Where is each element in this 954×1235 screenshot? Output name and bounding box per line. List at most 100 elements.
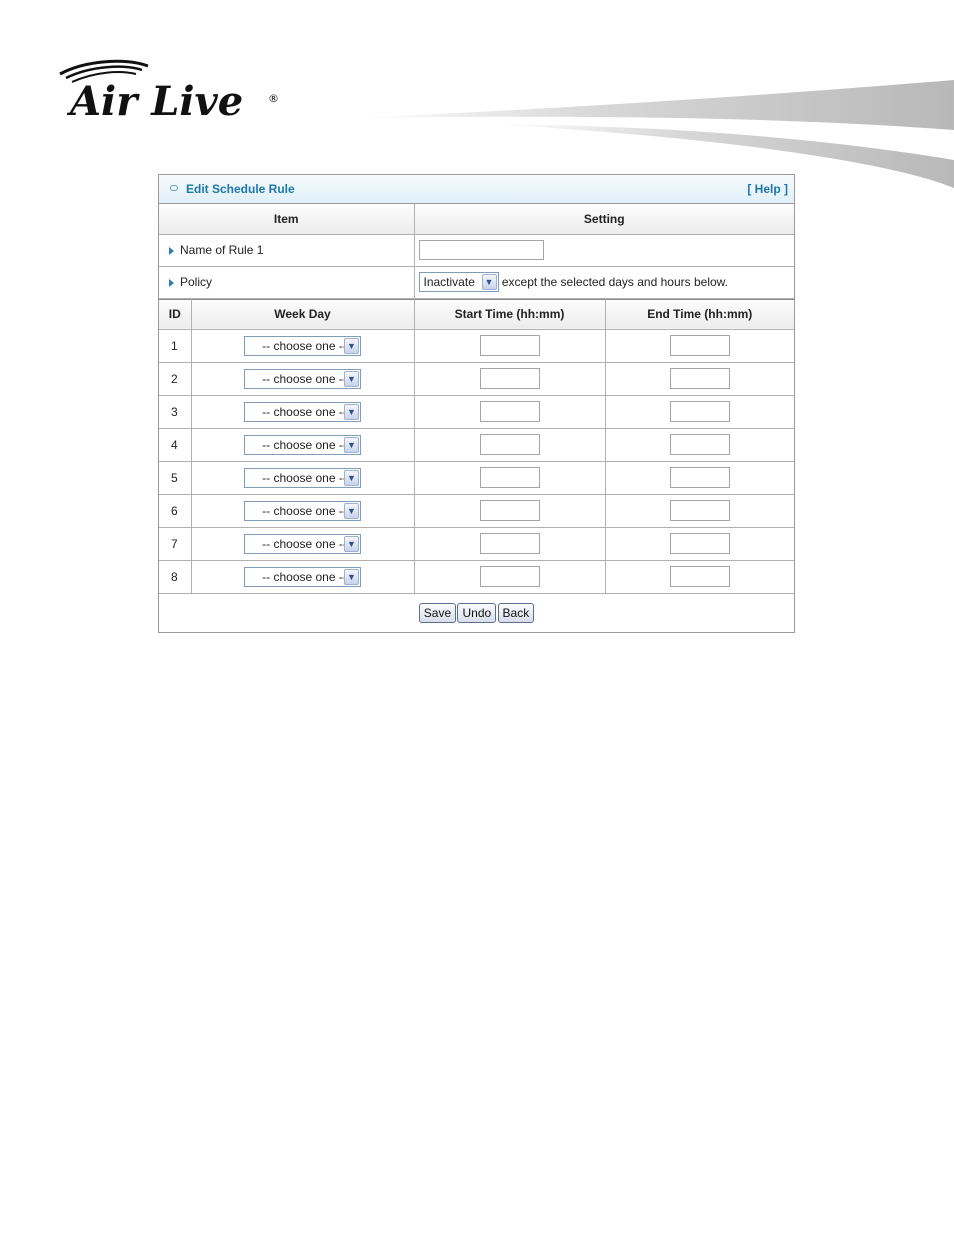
end-time-input[interactable] [669, 566, 730, 587]
col-header-week-day: Week Day [190, 298, 415, 330]
start-time-input[interactable] [479, 533, 540, 554]
end-time-input[interactable] [669, 335, 730, 356]
button-row: Save Undo Back [159, 592, 794, 632]
week-day-cell: -- choose one -- ▼ [190, 394, 415, 429]
start-time-cell [413, 427, 606, 462]
week-day-selected-value: -- choose one -- [262, 404, 347, 419]
week-day-cell: -- choose one -- ▼ [190, 493, 415, 528]
week-day-selected-value: -- choose one -- [262, 437, 347, 452]
policy-label-cell: Policy [159, 265, 415, 299]
start-time-input[interactable] [479, 335, 540, 356]
row-id: 5 [159, 460, 192, 495]
chevron-down-icon[interactable]: ▼ [344, 568, 359, 585]
start-time-input[interactable] [479, 467, 540, 488]
name-label-cell: Name of Rule 1 [159, 233, 415, 267]
policy-description: except the selected days and hours below… [501, 275, 728, 289]
start-time-input[interactable] [479, 500, 540, 521]
week-day-select[interactable]: -- choose one -- ▼ [244, 500, 361, 521]
end-time-input[interactable] [669, 401, 730, 422]
start-time-input[interactable] [479, 566, 540, 587]
col-header-end-time: End Time (hh:mm) [604, 298, 794, 330]
week-day-select[interactable]: -- choose one -- ▼ [244, 533, 361, 554]
table-row: 1 -- choose one -- ▼ [159, 328, 794, 363]
week-day-selected-value: -- choose one -- [262, 371, 347, 386]
week-day-selected-value: -- choose one -- [262, 569, 347, 584]
end-time-cell [604, 460, 794, 495]
row-id: 4 [159, 427, 192, 462]
airlive-logo: Air Live ® [56, 58, 296, 128]
week-day-cell: -- choose one -- ▼ [190, 328, 415, 363]
end-time-input[interactable] [669, 500, 730, 521]
end-time-input[interactable] [669, 368, 730, 389]
week-day-select[interactable]: -- choose one -- ▼ [244, 467, 361, 488]
chevron-down-icon[interactable]: ▼ [344, 535, 359, 552]
name-setting-cell [413, 233, 794, 267]
save-button[interactable]: Save [418, 602, 457, 623]
row-id: 6 [159, 493, 192, 528]
logo-graphic: Air Live ® [59, 59, 279, 125]
week-day-cell: -- choose one -- ▼ [190, 361, 415, 396]
row-id: 3 [159, 394, 192, 429]
chevron-down-icon[interactable]: ▼ [344, 403, 359, 420]
chevron-down-icon[interactable]: ▼ [344, 502, 359, 519]
end-time-cell [604, 427, 794, 462]
col-header-item: Item [159, 204, 415, 235]
week-day-cell: -- choose one -- ▼ [190, 559, 415, 593]
end-time-input[interactable] [669, 533, 730, 554]
col-header-start-time: Start Time (hh:mm) [413, 298, 606, 330]
settings-table: Item Setting Name of Rule 1 Policy Inact… [159, 204, 794, 299]
week-day-cell: -- choose one -- ▼ [190, 526, 415, 561]
schedule-table: ID Week Day Start Time (hh:mm) End Time … [159, 298, 794, 632]
week-day-selected-value: -- choose one -- [262, 536, 347, 551]
chevron-down-icon[interactable]: ▼ [481, 274, 497, 290]
start-time-input[interactable] [479, 401, 540, 422]
chevron-down-icon[interactable]: ▼ [344, 337, 359, 354]
edit-schedule-panel: Edit Schedule Rule [ Help ] Item Setting… [158, 174, 795, 633]
registered-mark: ® [268, 92, 279, 105]
week-day-select[interactable]: -- choose one -- ▼ [244, 335, 361, 356]
back-button[interactable]: Back [497, 602, 535, 623]
chevron-down-icon[interactable]: ▼ [344, 370, 359, 387]
start-time-cell [413, 361, 606, 396]
start-time-cell [413, 460, 606, 495]
rule-name-input[interactable] [418, 240, 544, 260]
policy-label: Policy [180, 275, 213, 289]
start-time-cell [413, 493, 606, 528]
week-day-selected-value: -- choose one -- [262, 338, 347, 353]
end-time-cell [604, 361, 794, 396]
bullet-icon [170, 185, 178, 191]
week-day-select[interactable]: -- choose one -- ▼ [244, 434, 361, 455]
start-time-input[interactable] [479, 368, 540, 389]
end-time-cell [604, 526, 794, 561]
chevron-down-icon[interactable]: ▼ [344, 469, 359, 486]
table-row: 8 -- choose one -- ▼ [159, 559, 794, 593]
end-time-input[interactable] [669, 467, 730, 488]
start-time-cell [413, 526, 606, 561]
policy-setting-cell: Inactivate ▼ except the selected days an… [413, 265, 794, 299]
week-day-select[interactable]: -- choose one -- ▼ [244, 566, 361, 587]
week-day-select[interactable]: -- choose one -- ▼ [244, 401, 361, 422]
triangle-right-icon [169, 246, 174, 255]
policy-select[interactable]: Inactivate ▼ [418, 272, 499, 292]
table-row: 4 -- choose one -- ▼ [159, 427, 794, 462]
end-time-cell [604, 328, 794, 363]
start-time-input[interactable] [479, 434, 540, 455]
col-header-setting: Setting [413, 204, 794, 235]
end-time-cell [604, 493, 794, 528]
week-day-selected-value: -- choose one -- [262, 503, 347, 518]
week-day-selected-value: -- choose one -- [262, 470, 347, 485]
help-link[interactable]: [ Help ] [747, 182, 788, 196]
schedule-rows: 1 -- choose one -- ▼ 2 -- choose one -- ▼ 3 -- … [159, 328, 794, 593]
undo-button[interactable]: Undo [457, 602, 497, 623]
name-label: Name of Rule 1 [180, 243, 264, 257]
start-time-cell [413, 328, 606, 363]
row-id: 2 [159, 361, 192, 396]
table-row: 3 -- choose one -- ▼ [159, 394, 794, 429]
start-time-cell [413, 394, 606, 429]
row-id: 7 [159, 526, 192, 561]
end-time-cell [604, 559, 794, 593]
week-day-select[interactable]: -- choose one -- ▼ [244, 368, 361, 389]
row-id: 1 [159, 328, 192, 363]
end-time-input[interactable] [669, 434, 730, 455]
chevron-down-icon[interactable]: ▼ [344, 436, 359, 453]
